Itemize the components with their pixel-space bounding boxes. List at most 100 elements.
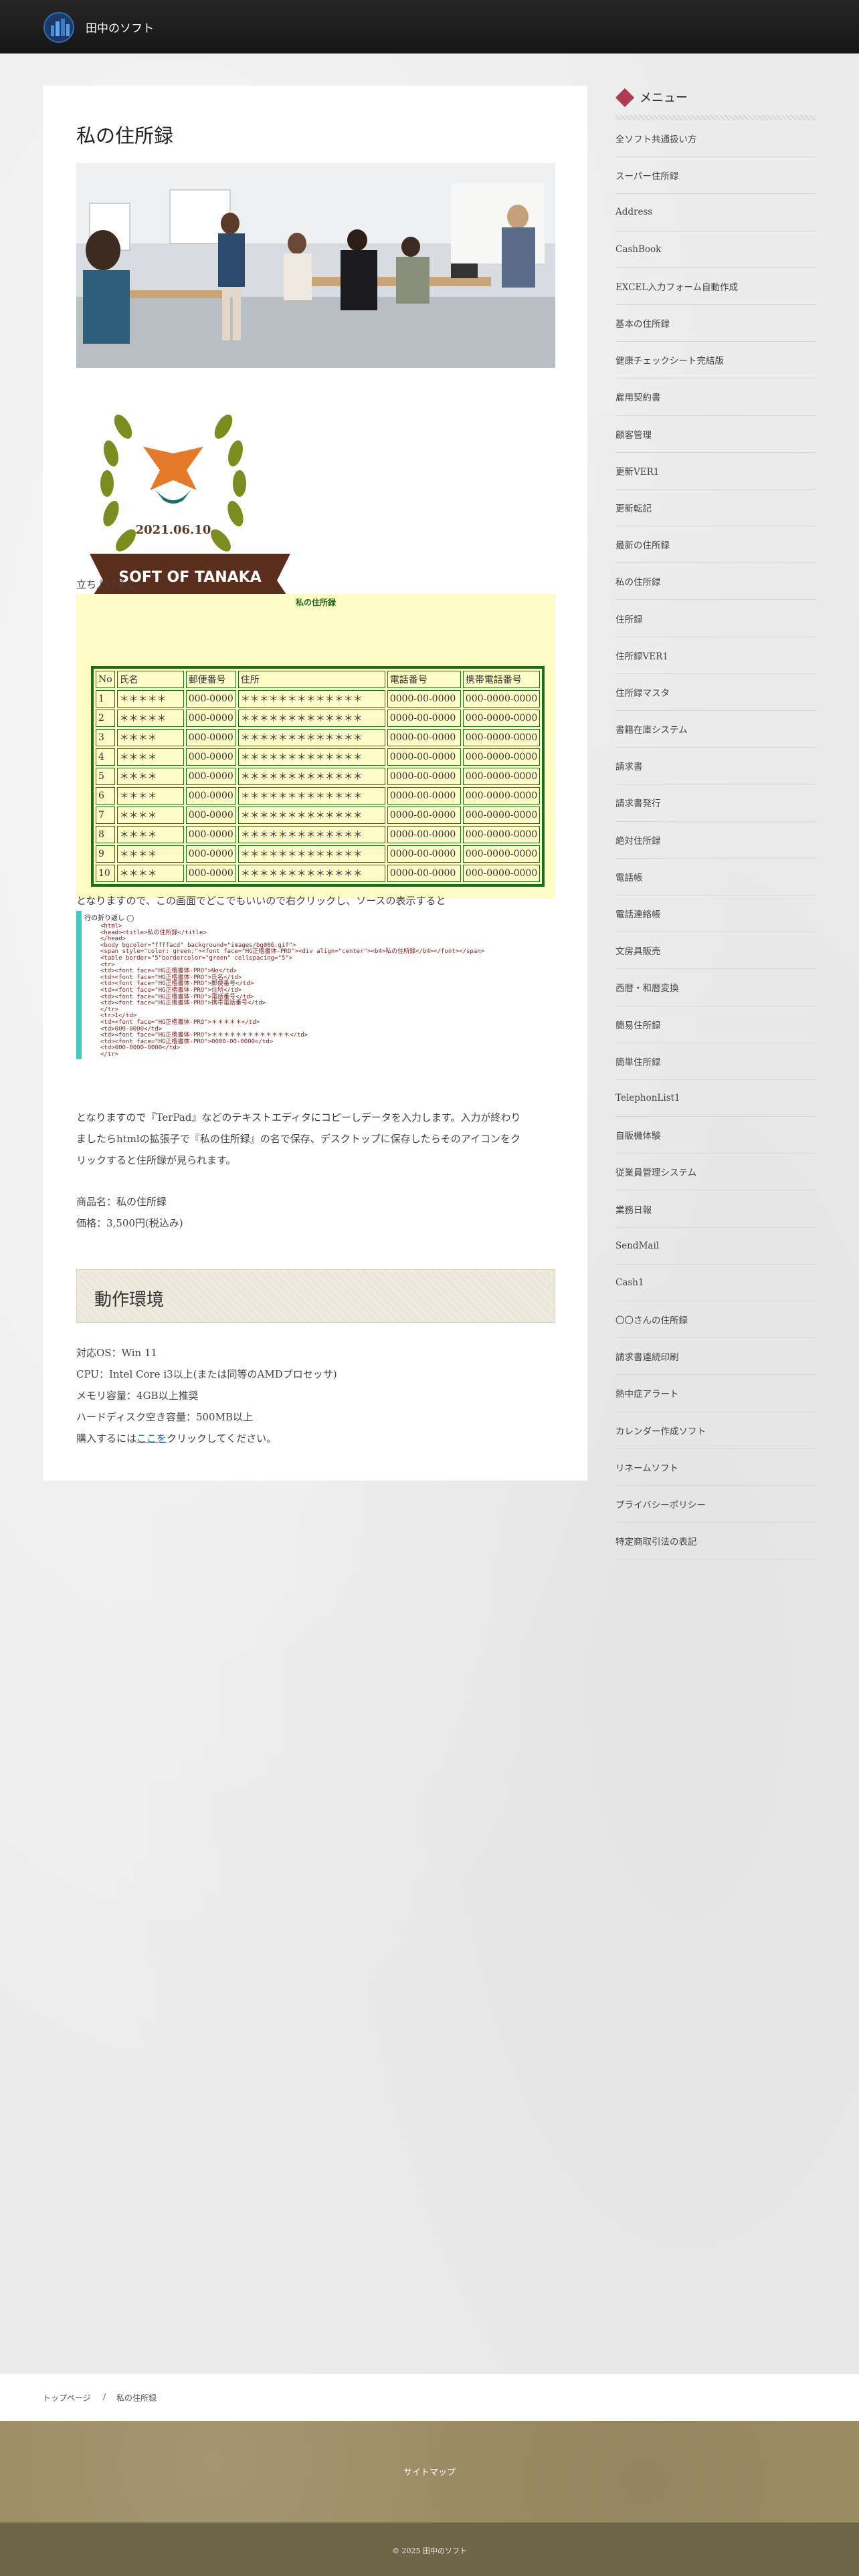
- table-cell: 0000-00-0000: [387, 826, 461, 843]
- product-price: 価格：3,500円(税込み): [76, 1217, 183, 1229]
- table-cell: 000-0000-0000: [462, 865, 541, 882]
- sidebar-item[interactable]: CashBook: [615, 231, 816, 268]
- table-cell: 0000-00-0000: [387, 865, 461, 882]
- sidebar-item[interactable]: 雇用契約書: [615, 379, 816, 416]
- breadcrumb: トップページ / 私の住所録: [0, 2374, 859, 2421]
- sidebar-item[interactable]: 従業員管理システム: [615, 1154, 816, 1191]
- sidebar-item[interactable]: 基本の住所録: [615, 305, 816, 342]
- sidebar-item[interactable]: 簡単住所録: [615, 1043, 816, 1080]
- table-cell: 0000-00-0000: [387, 807, 461, 824]
- code-line: <table border="5"bordercolor="green" cel…: [100, 954, 293, 962]
- sidebar-item[interactable]: 請求書連続印刷: [615, 1338, 816, 1376]
- sidebar-heading: メニュー: [615, 86, 816, 120]
- table-header-cell: 氏名: [116, 671, 184, 688]
- sidebar-item[interactable]: TelephonList1: [615, 1080, 816, 1117]
- table-cell: 000-0000: [185, 690, 236, 708]
- sidebar-menu: 全ソフト共通扱い方 スーパー住所録 Address CashBook EXCEL入力フォ…: [615, 120, 816, 1560]
- table-cell: ＊＊＊＊＊＊＊＊＊＊＊＊＊: [237, 845, 385, 863]
- table-cell: 000-0000: [185, 787, 236, 804]
- sidebar-item[interactable]: 電話帳: [615, 859, 816, 895]
- sidebar-item[interactable]: 自販機体験: [615, 1117, 816, 1154]
- sidebar-item[interactable]: 電話連絡帳: [615, 895, 816, 933]
- sidebar-item[interactable]: 顧客管理: [615, 416, 816, 453]
- table-row: 10 ＊＊＊＊ 000-0000 ＊＊＊＊＊＊＊＊＊＊＊＊＊ 0000-00-0000 0…: [96, 865, 541, 882]
- table-header-cell: No: [96, 671, 115, 688]
- table-cell: 0000-00-0000: [387, 710, 461, 727]
- sidebar-item[interactable]: 私の住所録: [615, 563, 816, 601]
- table-cell: 000-0000-0000: [462, 748, 541, 766]
- sidebar-item[interactable]: 熱中症アラート: [615, 1375, 816, 1412]
- sidebar-item[interactable]: 簡易住所録: [615, 1006, 816, 1043]
- address-table: No 氏名 郵便番号 住所 電話番号 携帯電話番号 1 ＊＊＊＊＊ 000-0000 ＊＊＊＊＊…: [91, 666, 545, 887]
- sidebar-item[interactable]: 住所録: [615, 600, 816, 637]
- breadcrumb-current: 私の住所録: [116, 2393, 157, 2403]
- sidebar-heading-label: メニュー: [640, 91, 688, 105]
- sidebar-item[interactable]: スーパー住所録: [615, 157, 816, 195]
- sidebar-item[interactable]: EXCEL入力フォーム自動作成: [615, 268, 816, 305]
- env-os: 対応OS：Win 11: [76, 1347, 158, 1359]
- site-title[interactable]: 田中のソフト: [86, 19, 154, 35]
- table-cell: ＊＊＊＊: [116, 845, 184, 863]
- sidebar-item[interactable]: 請求書発行: [615, 784, 816, 822]
- code-line: <td>000-0000-0000</td>: [100, 1045, 181, 1052]
- sidebar-item[interactable]: Cash1: [615, 1265, 816, 1301]
- table-cell: 000-0000-0000: [462, 729, 541, 746]
- code-line: </tr>: [100, 1051, 119, 1058]
- source-code-screenshot: 行の折り返し ◯ <html> <head><title>私の住所録</title…: [76, 911, 555, 1059]
- desc-line-2: ましたらhtmlの拡張子で『私の住所録』の名で保存、デスクトップに保存したらその…: [76, 1133, 520, 1145]
- sitemap-link[interactable]: サイトマップ: [0, 2465, 859, 2478]
- sidebar-item[interactable]: 請求書: [615, 748, 816, 785]
- page-title: 私の住所録: [76, 124, 174, 147]
- breadcrumb-separator: /: [103, 2392, 106, 2401]
- product-name: 商品名：私の住所録: [76, 1196, 167, 1208]
- sidebar-item[interactable]: 特定商取引法の表記: [615, 1523, 816, 1560]
- table-cell: ＊＊＊＊: [116, 865, 184, 882]
- code-line: </tr>: [100, 1006, 119, 1013]
- desc-line-1: となりますので『TerPad』などのテキストエディタにコピーしデータを入力します…: [76, 1111, 521, 1123]
- table-cell: ＊＊＊＊: [116, 729, 184, 746]
- sidebar-item[interactable]: 更新VER1: [615, 453, 816, 490]
- table-cell: 7: [96, 807, 115, 824]
- env-disk: ハードディスク空き容量：500MB以上: [76, 1411, 253, 1423]
- sidebar-item[interactable]: 文房具販売: [615, 932, 816, 970]
- table-cell: 0000-00-0000: [387, 787, 461, 804]
- table-row: 4 ＊＊＊＊ 000-0000 ＊＊＊＊＊＊＊＊＊＊＊＊＊ 0000-00-0000 00…: [96, 748, 541, 766]
- copyright: © 2025 田中のソフト: [392, 2547, 467, 2555]
- sidebar-item[interactable]: 更新転記: [615, 490, 816, 527]
- wrap-label: 行の折り返し: [84, 915, 124, 922]
- table-row: 5 ＊＊＊＊ 000-0000 ＊＊＊＊＊＊＊＊＊＊＊＊＊ 0000-00-0000 00…: [96, 768, 541, 785]
- table-cell: 4: [96, 748, 115, 766]
- sidebar-item[interactable]: 業務日報: [615, 1190, 816, 1228]
- footer: サイトマップ: [0, 2421, 859, 2523]
- table-cell: 000-0000-0000: [462, 768, 541, 785]
- sidebar-item[interactable]: 西暦・和暦変換: [615, 969, 816, 1006]
- table-row: 8 ＊＊＊＊ 000-0000 ＊＊＊＊＊＊＊＊＊＊＊＊＊ 0000-00-0000 00…: [96, 826, 541, 843]
- sidebar-item[interactable]: 書籍在庫システム: [615, 711, 816, 748]
- site-logo-icon[interactable]: [43, 11, 79, 44]
- buy-link[interactable]: ここを: [136, 1432, 167, 1444]
- sidebar-item[interactable]: SendMail: [615, 1228, 816, 1265]
- table-caption: 私の住所録: [295, 598, 336, 607]
- table-cell: 0000-00-0000: [387, 729, 461, 746]
- sidebar-item[interactable]: リネームソフト: [615, 1449, 816, 1486]
- sidebar-item[interactable]: カレンダー作成ソフト: [615, 1412, 816, 1449]
- sidebar-item[interactable]: 〇〇さんの住所録: [615, 1301, 816, 1339]
- sidebar-item[interactable]: プライバシーポリシー: [615, 1486, 816, 1523]
- sidebar-item[interactable]: 絶対住所録: [615, 822, 816, 859]
- section-title: 動作環境: [94, 1290, 165, 1310]
- address-table-screenshot: 私の住所録 No 氏名 郵便番号 住所 電話番号 携帯電話番号 1 ＊＊＊＊＊ 000-000…: [76, 594, 555, 899]
- buy-suffix: クリックしてください。: [167, 1432, 277, 1444]
- sidebar-item[interactable]: 住所録マスタ: [615, 674, 816, 711]
- breadcrumb-home[interactable]: トップページ: [43, 2392, 91, 2403]
- sidebar-item[interactable]: 最新の住所録: [615, 526, 816, 564]
- table-cell: 000-0000: [185, 826, 236, 843]
- section-heading: 動作環境: [76, 1269, 555, 1323]
- table-cell: 8: [96, 826, 115, 843]
- sidebar-item[interactable]: Address: [615, 194, 816, 231]
- table-cell: ＊＊＊＊＊＊＊＊＊＊＊＊＊: [237, 690, 385, 708]
- sidebar-item[interactable]: 住所録VER1: [615, 637, 816, 674]
- rightclick-text: となりますので、この画面でどこでもいいので右クリックし、ソースの表示すると: [76, 895, 446, 907]
- buy-prefix: 購入するには: [76, 1432, 137, 1444]
- sidebar-item[interactable]: 全ソフト共通扱い方: [615, 120, 816, 158]
- sidebar-item[interactable]: 健康チェックシート完結版: [615, 342, 816, 379]
